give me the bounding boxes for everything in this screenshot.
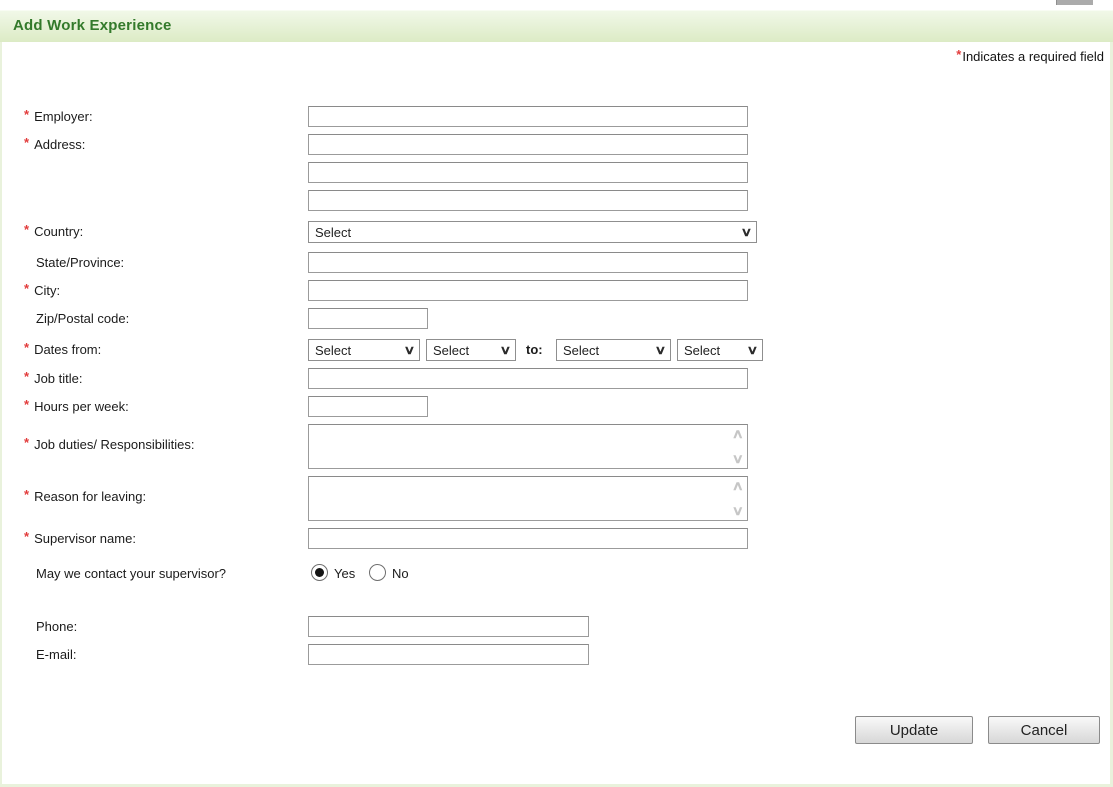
page-title: Add Work Experience (13, 17, 172, 34)
radio-yes[interactable] (311, 564, 328, 581)
scroll-up-icon[interactable]: ∧ (732, 427, 744, 440)
chevron-down-icon: ∨ (740, 225, 753, 239)
supervisor-label: * Supervisor name: (24, 529, 136, 546)
state-input[interactable] (308, 252, 748, 273)
radio-yes-label: Yes (334, 566, 356, 581)
cancel-button[interactable]: Cancel (988, 716, 1100, 744)
date-from-month-select[interactable]: Select ∨ (308, 339, 420, 361)
required-asterisk-icon: * (956, 47, 962, 62)
scroll-down-icon[interactable]: ∨ (732, 504, 744, 517)
address-line3-input[interactable] (308, 190, 748, 211)
zip-input[interactable] (308, 308, 428, 329)
hours-label: * Hours per week: (24, 397, 129, 414)
chevron-down-icon: ∨ (403, 343, 416, 357)
address-line1-input[interactable] (308, 134, 748, 155)
required-asterisk-icon: * (24, 107, 30, 122)
form-header: Add Work Experience (0, 10, 1113, 42)
employer-label: * Employer: (24, 107, 93, 124)
country-label: * Country: (24, 222, 84, 239)
add-work-experience-form: Add Work Experience *Indicates a require… (0, 0, 1113, 787)
country-select-value: Select (315, 224, 352, 240)
zip-label: Zip/Postal code: (36, 311, 130, 326)
required-asterisk-icon: * (24, 222, 30, 237)
reason-label: * Reason for leaving: (24, 487, 147, 504)
address-label: * Address: (24, 135, 86, 152)
update-button[interactable]: Update (855, 716, 973, 744)
date-to-year-select[interactable]: Select ∨ (677, 339, 763, 361)
required-asterisk-icon: * (24, 397, 30, 412)
required-asterisk-icon: * (24, 281, 30, 296)
dates-from-label: * Dates from: (24, 340, 102, 357)
city-label: * City: (24, 281, 61, 298)
state-label: State/Province: (36, 255, 125, 270)
required-asterisk-icon: * (24, 435, 30, 450)
reason-textarea[interactable]: ∧ ∨ (308, 476, 748, 521)
chevron-down-icon: ∨ (746, 343, 759, 357)
job-duties-textarea[interactable]: ∧ ∨ (308, 424, 748, 469)
email-input[interactable] (308, 644, 589, 665)
email-label: E-mail: (36, 647, 77, 662)
required-asterisk-icon: * (24, 135, 30, 150)
phone-label: Phone: (36, 619, 78, 634)
radio-no-label: No (392, 566, 409, 581)
phone-input[interactable] (308, 616, 589, 637)
job-duties-label: * Job duties/ Responsibilities: (24, 435, 195, 452)
country-select[interactable]: Select ∨ (308, 221, 757, 243)
address-line2-input[interactable] (308, 162, 748, 183)
job-title-input[interactable] (308, 368, 748, 389)
panel-border-left (0, 42, 2, 787)
date-from-year-select[interactable]: Select ∨ (426, 339, 516, 361)
radio-selected-dot (315, 568, 324, 577)
hours-input[interactable] (308, 396, 428, 417)
dates-to-label: to: (526, 342, 543, 357)
chevron-down-icon: ∨ (654, 343, 667, 357)
scrollbar-fragment[interactable] (1056, 0, 1093, 5)
job-title-label: * Job title: (24, 369, 83, 386)
required-asterisk-icon: * (24, 487, 30, 502)
chevron-down-icon: ∨ (499, 343, 512, 357)
required-asterisk-icon: * (24, 369, 30, 384)
required-field-note: *Indicates a required field (956, 47, 1104, 64)
employer-input[interactable] (308, 106, 748, 127)
scroll-up-icon[interactable]: ∧ (732, 479, 744, 492)
required-asterisk-icon: * (24, 340, 30, 355)
supervisor-input[interactable] (308, 528, 748, 549)
contact-supervisor-label: May we contact your supervisor? (36, 566, 227, 581)
date-to-month-select[interactable]: Select ∨ (556, 339, 671, 361)
scroll-down-icon[interactable]: ∨ (732, 452, 744, 465)
required-asterisk-icon: * (24, 529, 30, 544)
city-input[interactable] (308, 280, 748, 301)
radio-no[interactable] (369, 564, 386, 581)
